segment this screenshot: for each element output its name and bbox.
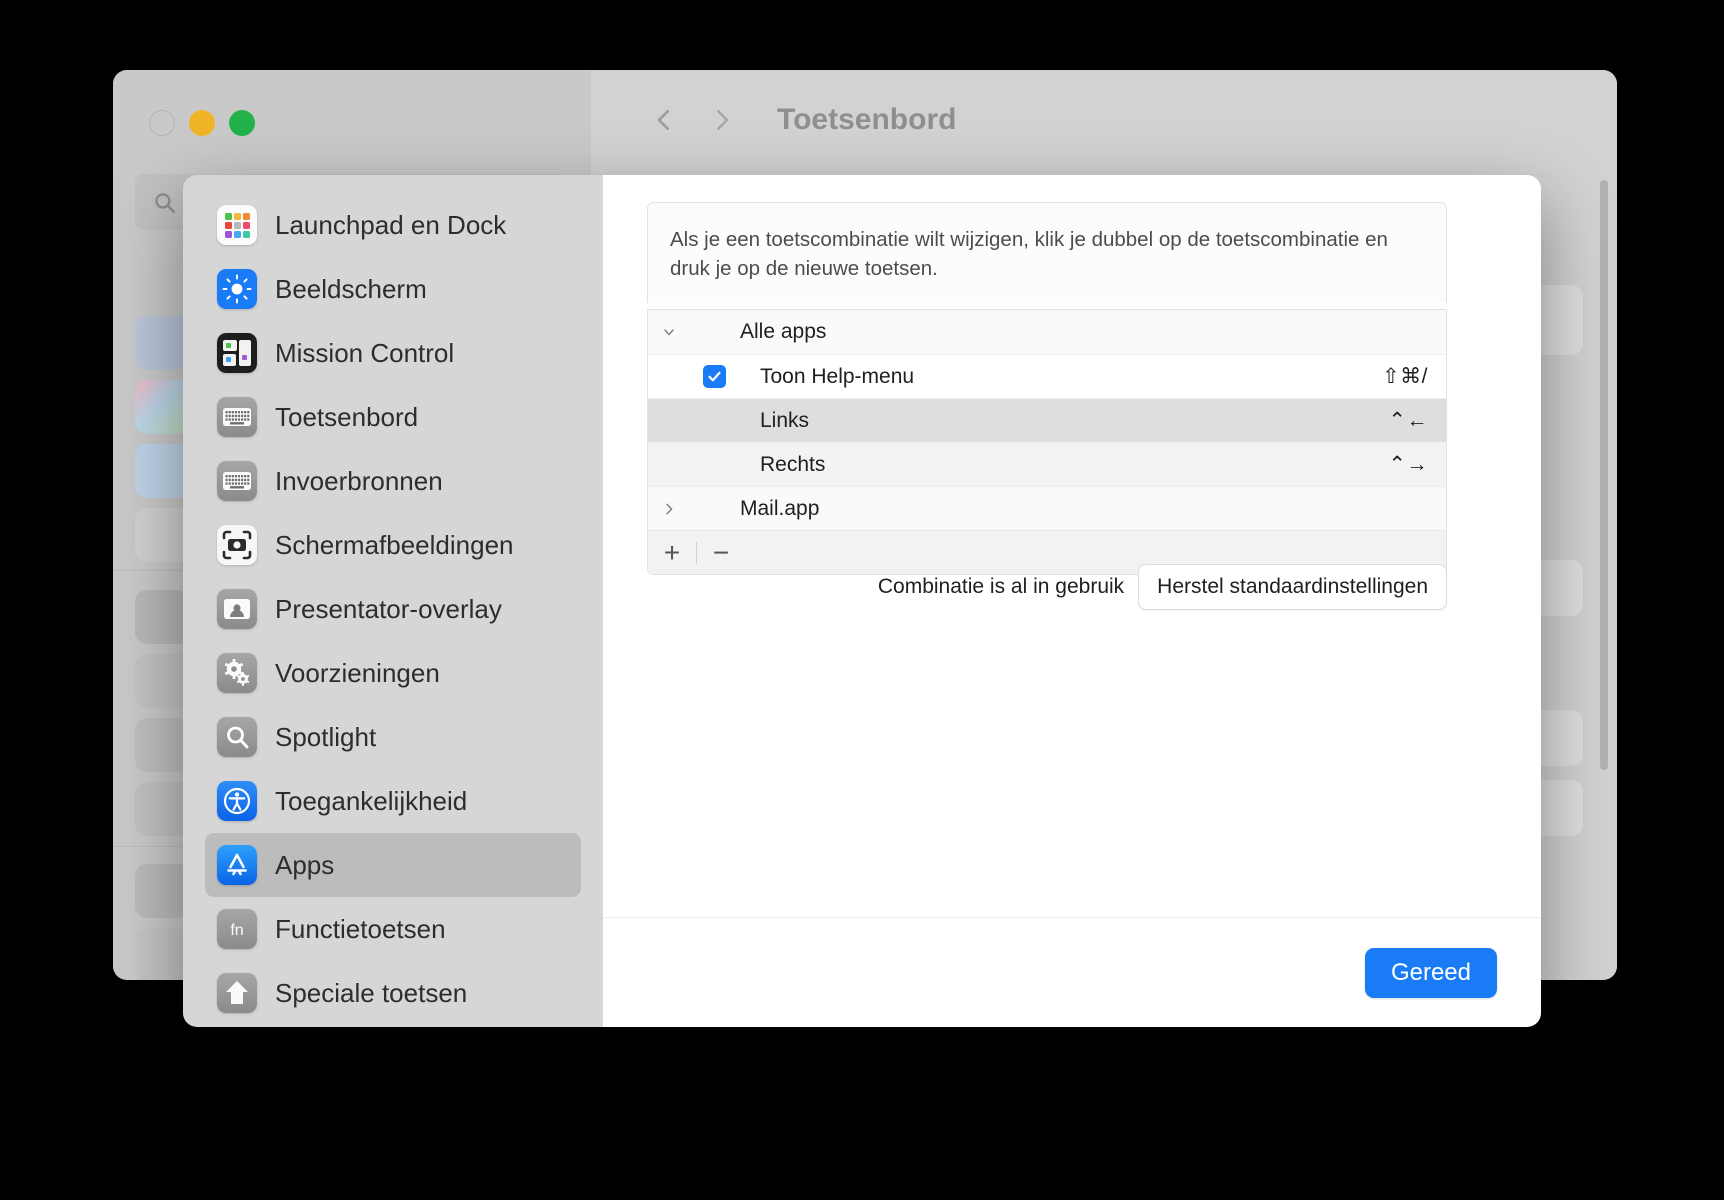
apps-shortcuts-sheet: Launchpad en Dock Beeldscherm Mission Co… — [183, 175, 1541, 1027]
bg-sidebar-icon-icloud — [135, 444, 189, 498]
maximize-button[interactable] — [229, 110, 255, 136]
bg-sidebar-icon-apple-id — [135, 316, 189, 370]
mission-control-icon — [217, 333, 257, 373]
bg-sidebar-icon-gamecontroller — [135, 718, 189, 772]
status-row: Combinatie is al in gebruik Herstel stan… — [647, 564, 1447, 610]
forward-button[interactable] — [705, 103, 739, 137]
camera-icon — [217, 525, 257, 565]
minimize-button[interactable] — [189, 110, 215, 136]
sidebar-item-label: Apps — [275, 849, 335, 880]
keyboard-icon — [217, 461, 257, 501]
svg-text:fn: fn — [230, 922, 243, 939]
sidebar-item-functietoetsen[interactable]: fn Functietoetsen — [205, 897, 581, 961]
search-icon — [155, 193, 175, 213]
sidebar-item-spotlight[interactable]: Spotlight — [205, 705, 581, 769]
sidebar-item-label: Voorzieningen — [275, 657, 440, 688]
navigation-bar: Toetsenbord — [591, 70, 1091, 170]
sheet-main-pane: Als je een toetscombinatie wilt wijzigen… — [603, 175, 1541, 1027]
accessibility-icon — [217, 781, 257, 821]
back-button[interactable] — [647, 103, 681, 137]
shortcut-checkbox-cell[interactable] — [690, 365, 738, 388]
vertical-scrollbar[interactable] — [1600, 180, 1608, 770]
shortcut-checkbox[interactable] — [702, 365, 726, 388]
sidebar-item-beeldscherm[interactable]: Beeldscherm — [205, 257, 581, 321]
close-button[interactable] — [149, 110, 175, 136]
shortcut-row[interactable]: Toon Help-menu ⇧⌘/ — [648, 354, 1446, 398]
search-icon — [217, 717, 257, 757]
sidebar-item-label: Toegankelijkheid — [275, 785, 468, 816]
bg-sidebar-icon-family — [135, 380, 189, 434]
shortcut-label: Rechts — [760, 452, 826, 476]
shortcut-row[interactable]: Links ⌃← — [648, 398, 1446, 442]
shortcut-keys[interactable]: ⇧⌘/ — [1382, 364, 1446, 389]
gears-icon — [217, 653, 257, 693]
shortcut-label: Toon Help-menu — [760, 364, 915, 388]
shortcut-row[interactable]: Rechts ⌃→ — [648, 442, 1446, 486]
bg-sidebar-icon-touchid — [135, 654, 189, 708]
sidebar-item-label: Toetsenbord — [275, 401, 419, 432]
sheet-sidebar: Launchpad en Dock Beeldscherm Mission Co… — [183, 175, 603, 1027]
sidebar-item-label: Beeldscherm — [275, 273, 427, 304]
sidebar-item-label: Spotlight — [275, 721, 377, 752]
sidebar-item-apps[interactable]: Apps — [205, 833, 581, 897]
sidebar-item-label: Launchpad en Dock — [275, 209, 507, 240]
bg-sidebar-icon-keyboard — [135, 590, 189, 644]
sidebar-item-voorzieningen[interactable]: Voorzieningen — [205, 641, 581, 705]
sidebar-item-toetsenbord[interactable]: Toetsenbord — [205, 385, 581, 449]
bg-sidebar-icon-misc-2 — [135, 928, 189, 980]
display-icon — [217, 269, 257, 309]
done-button[interactable]: Gereed — [1364, 947, 1497, 998]
sidebar-item-speciale-toetsen[interactable]: Speciale toetsen — [205, 961, 581, 1025]
chevron-right-icon[interactable] — [648, 499, 690, 518]
shortcut-label: Mail.app — [740, 496, 820, 520]
bg-sidebar-icon-printers — [135, 782, 189, 836]
sidebar-item-mission-control[interactable]: Mission Control — [205, 321, 581, 385]
reset-defaults-button[interactable]: Herstel standaardinstellingen — [1138, 564, 1447, 610]
sidebar-item-schermafbeeldingen[interactable]: Schermafbeeldingen — [205, 513, 581, 577]
sidebar-item-invoerbronnen[interactable]: Invoerbronnen — [205, 449, 581, 513]
description-text: Als je een toetscombinatie wilt wijzigen… — [670, 228, 1388, 281]
shortcut-keys[interactable]: ⌃← — [1388, 408, 1446, 433]
page-title: Toetsenbord — [777, 103, 957, 136]
sidebar-item-label: Mission Control — [275, 337, 455, 368]
shortcut-group-row[interactable]: Alle apps — [648, 310, 1446, 354]
person-card-icon — [217, 589, 257, 629]
sidebar-item-label: Presentator-overlay — [275, 593, 502, 624]
shortcut-list: Alle apps Toon Help-menu ⇧⌘/ Links ⌃← Rechts ⌃… — [647, 309, 1447, 575]
app-store-icon — [217, 845, 257, 885]
sidebar-item-presentator-overlay[interactable]: Presentator-overlay — [205, 577, 581, 641]
launchpad-icon — [217, 205, 257, 245]
status-text: Combinatie is al in gebruik — [877, 575, 1125, 598]
shortcut-label: Links — [760, 408, 810, 432]
sidebar-item-toegankelijkheid[interactable]: Toegankelijkheid — [205, 769, 581, 833]
description-box: Als je een toetscombinatie wilt wijzigen… — [647, 202, 1447, 304]
sidebar-item-label: Invoerbronnen — [275, 465, 443, 496]
keyboard-icon — [217, 397, 257, 437]
fn-icon: fn — [217, 909, 257, 949]
sidebar-item-launchpad-en-dock[interactable]: Launchpad en Dock — [205, 193, 581, 257]
chevron-down-icon[interactable] — [648, 323, 690, 342]
sidebar-item-label: Speciale toetsen — [275, 977, 468, 1008]
bg-sidebar-icon-wallet — [135, 508, 189, 562]
bg-sidebar-icon-misc — [135, 864, 189, 918]
shortcut-group-row[interactable]: Mail.app — [648, 486, 1446, 530]
sheet-footer: Gereed — [603, 917, 1541, 1027]
sidebar-item-label: Schermafbeeldingen — [275, 529, 514, 560]
shortcut-label: Alle apps — [740, 320, 827, 343]
shortcut-keys[interactable]: ⌃→ — [1388, 452, 1446, 477]
sidebar-item-label: Functietoetsen — [275, 913, 446, 944]
shift-arrow-icon — [217, 973, 257, 1013]
